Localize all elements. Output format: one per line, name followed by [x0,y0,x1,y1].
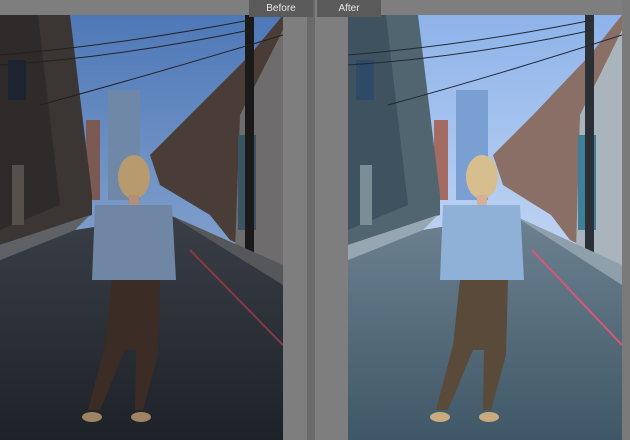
before-photo[interactable] [0,15,283,440]
before-pane: Before [0,0,313,440]
after-pane: After [315,0,622,440]
after-photo[interactable] [348,15,622,440]
compare-divider[interactable] [307,0,315,440]
after-label: After [317,0,381,17]
before-label: Before [249,0,313,17]
